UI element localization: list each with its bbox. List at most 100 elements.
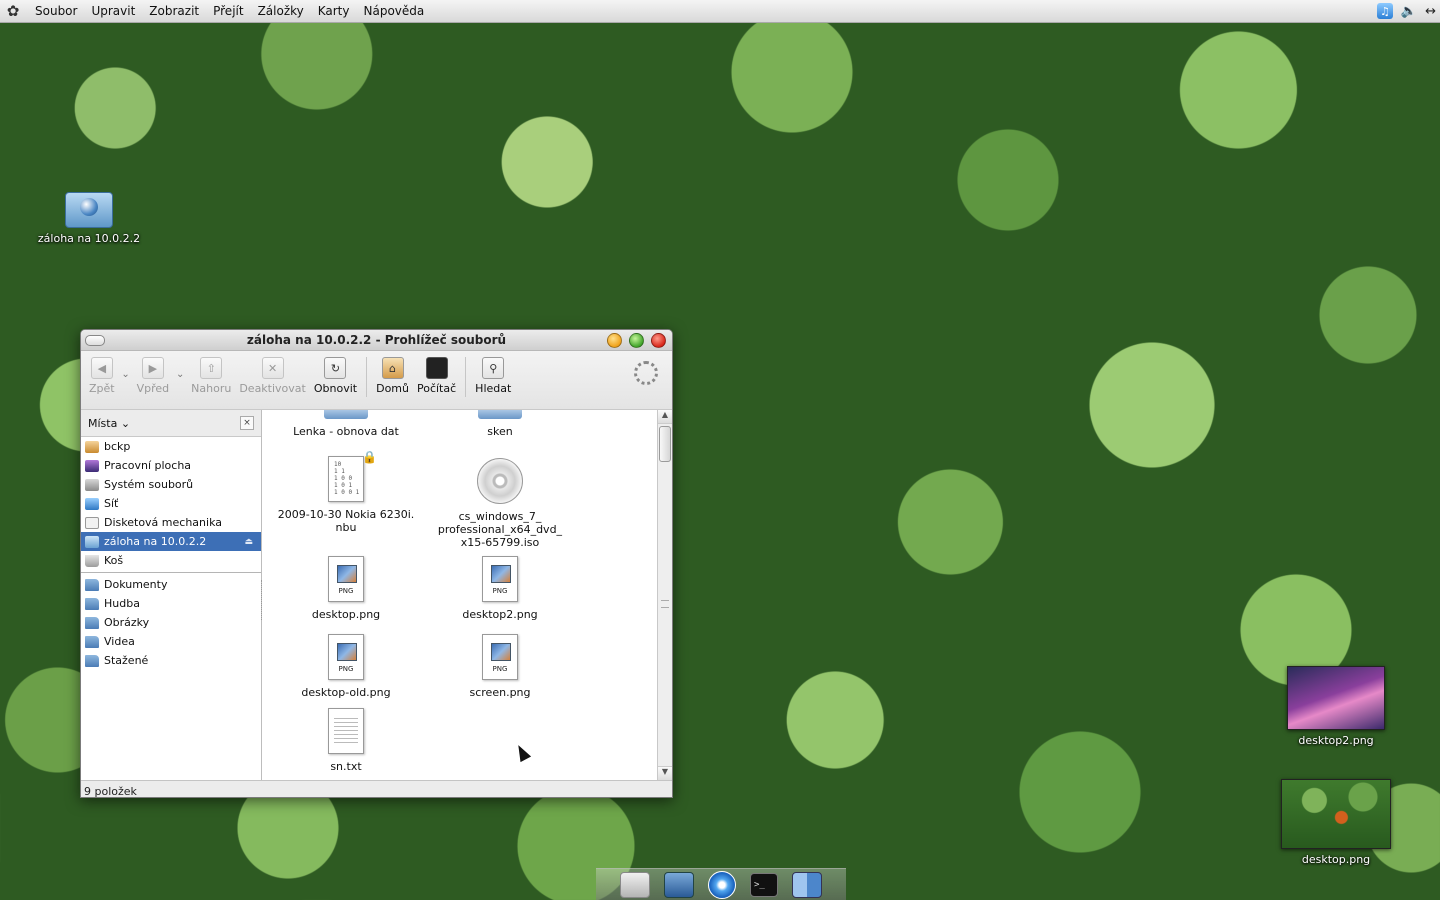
file-item-txt[interactable]: sn.txt [276, 708, 416, 773]
home-label: Domů [376, 382, 409, 395]
menu-prejit[interactable]: Přejít [206, 4, 250, 18]
back-button[interactable]: ◀ Zpět [85, 357, 119, 395]
file-browser-window: záloha na 10.0.2.2 - Prohlížeč souborů ◀… [80, 329, 673, 798]
itunes-icon[interactable]: ♫ [1376, 3, 1393, 19]
file-item-png[interactable]: PNG screen.png [430, 634, 570, 699]
scroll-down-icon[interactable]: ▼ [658, 766, 672, 780]
places-dropdown[interactable]: Místa ⌄ [88, 417, 130, 430]
png-file-icon: PNG [328, 634, 364, 680]
desktop-icon-desktop2[interactable]: desktop2.png [1286, 666, 1386, 747]
menu-napoveda[interactable]: Nápověda [357, 4, 432, 18]
file-item-png[interactable]: PNG desktop2.png [430, 556, 570, 621]
speaker-icon[interactable]: 🔈 [1401, 4, 1417, 19]
disc-image-icon [477, 458, 523, 504]
desktop-icon-desktop[interactable]: desktop.png [1280, 779, 1392, 866]
folder-icon[interactable] [620, 872, 650, 898]
file-item-png[interactable]: PNG desktop.png [276, 556, 416, 621]
sidebar-item-label: záloha na 10.0.2.2 [104, 535, 207, 548]
computer-button[interactable]: Počítač [413, 357, 460, 395]
menu-zalozky[interactable]: Záložky [251, 4, 311, 18]
file-item-folder[interactable]: Lenka - obnova dat [276, 410, 416, 438]
toolbar-separator [465, 357, 467, 397]
sidebar-item-pictures[interactable]: Obrázky [81, 613, 261, 632]
floppy-icon [85, 516, 99, 529]
window-menu-button[interactable] [85, 335, 105, 346]
sidebar-item-label: Pracovní plocha [104, 459, 192, 472]
reload-button[interactable]: ↻ Obnovit [310, 357, 361, 395]
network-arrows-icon[interactable]: ↔ [1425, 4, 1436, 19]
trash-icon [85, 554, 99, 567]
system-preferences-icon[interactable] [664, 872, 694, 898]
scroll-up-icon[interactable]: ▲ [658, 410, 672, 424]
window-titlebar[interactable]: záloha na 10.0.2.2 - Prohlížeč souborů [81, 330, 672, 351]
desktop-icon [85, 459, 99, 472]
file-item-folder[interactable]: sken [430, 410, 570, 438]
toolbar: ◀ Zpět ⌄ ▶ Vpřed ⌄ ⇧ Nahoru ✕ Deaktivova… [81, 351, 672, 410]
up-button[interactable]: ⇧ Nahoru [187, 357, 235, 395]
folder-icon [478, 410, 522, 419]
sidebar-item-desktop[interactable]: Pracovní plocha [81, 456, 261, 475]
system-tray: ♫ 🔈 ↔ [1376, 0, 1436, 22]
reload-label: Obnovit [313, 382, 358, 395]
minimize-button[interactable] [607, 333, 622, 348]
file-item-iso[interactable]: cs_windows_7_ professional_x64_dvd_ x15-… [430, 458, 570, 549]
eject-icon[interactable]: ⏏ [244, 537, 253, 547]
vertical-scrollbar[interactable]: ▲ ▼ [657, 410, 672, 780]
search-icon: ⚲ [482, 357, 505, 379]
file-item-png[interactable]: PNG desktop-old.png [276, 634, 416, 699]
file-name: sn.txt [330, 760, 362, 773]
home-button[interactable]: ⌂ Domů [372, 357, 413, 395]
scrollbar-thumb[interactable] [659, 426, 671, 462]
sidebar-item-network[interactable]: Síť [81, 494, 261, 513]
close-button[interactable] [651, 333, 666, 348]
sidebar-item-bckp[interactable]: bckp [81, 437, 261, 456]
sidebar-item-videos[interactable]: Videa [81, 632, 261, 651]
stop-label: Deaktivovat [239, 382, 306, 395]
sidebar-item-label: Hudba [104, 597, 140, 610]
sidebar-item-floppy[interactable]: Disketová mechanika [81, 513, 261, 532]
menu-soubor[interactable]: Soubor [28, 4, 84, 18]
text-file-icon [328, 708, 364, 754]
sidebar: Místa ⌄ × bckp Pracovní plocha Systém so… [81, 410, 262, 780]
forward-button[interactable]: ▶ Vpřed [133, 357, 174, 395]
file-name: Lenka - obnova dat [293, 425, 399, 438]
finder-icon[interactable] [792, 872, 822, 898]
menu-upravit[interactable]: Upravit [84, 4, 142, 18]
maximize-button[interactable] [629, 333, 644, 348]
status-bar: 9 položek [81, 780, 672, 797]
sidebar-header: Místa ⌄ × [81, 410, 261, 437]
sidebar-close-button[interactable]: × [240, 416, 254, 430]
desktop-icon-network-drive[interactable]: záloha na 10.0.2.2 [30, 192, 148, 245]
forward-label: Vpřed [136, 382, 170, 395]
sidebar-item-label: Systém souborů [104, 478, 194, 491]
sidebar-item-network-share[interactable]: záloha na 10.0.2.2 ⏏ [81, 532, 261, 551]
stop-icon: ✕ [261, 357, 284, 379]
search-label: Hledat [475, 382, 512, 395]
up-label: Nahoru [191, 382, 232, 395]
system-menu-icon[interactable]: ✿ [4, 2, 22, 20]
sidebar-item-downloads[interactable]: Stažené [81, 651, 261, 670]
file-item-nbu[interactable]: 10 1 11 0 01 0 11 0 0 1 🔒 2009-10-30 Noki… [276, 451, 416, 535]
file-view: Lenka - obnova dat sken 10 1 11 0 01 0 11… [262, 410, 672, 780]
computer-label: Počítač [416, 382, 457, 395]
search-button[interactable]: ⚲ Hledat [471, 357, 515, 395]
sidebar-item-trash[interactable]: Koš [81, 551, 261, 570]
back-history-dropdown[interactable]: ⌄ [119, 357, 133, 380]
sidebar-item-documents[interactable]: Dokumenty [81, 575, 261, 594]
itunes-icon[interactable] [708, 871, 736, 899]
forward-history-dropdown[interactable]: ⌄ [173, 357, 187, 380]
network-drive-icon [65, 192, 113, 228]
menu-zobrazit[interactable]: Zobrazit [142, 4, 206, 18]
chevron-down-icon: ⌄ [121, 369, 130, 380]
png-file-icon: PNG [482, 556, 518, 602]
sidebar-item-label: Síť [104, 497, 119, 510]
stop-button[interactable]: ✕ Deaktivovat [235, 357, 310, 395]
menu-karty[interactable]: Karty [311, 4, 357, 18]
sidebar-item-music[interactable]: Hudba [81, 594, 261, 613]
png-file-icon: PNG [482, 634, 518, 680]
sidebar-item-filesystem[interactable]: Systém souborů [81, 475, 261, 494]
sidebar-item-label: Obrázky [104, 616, 150, 629]
home-icon: ⌂ [381, 357, 404, 379]
terminal-icon[interactable]: >_ [750, 873, 778, 897]
sidebar-item-label: Koš [104, 554, 124, 567]
